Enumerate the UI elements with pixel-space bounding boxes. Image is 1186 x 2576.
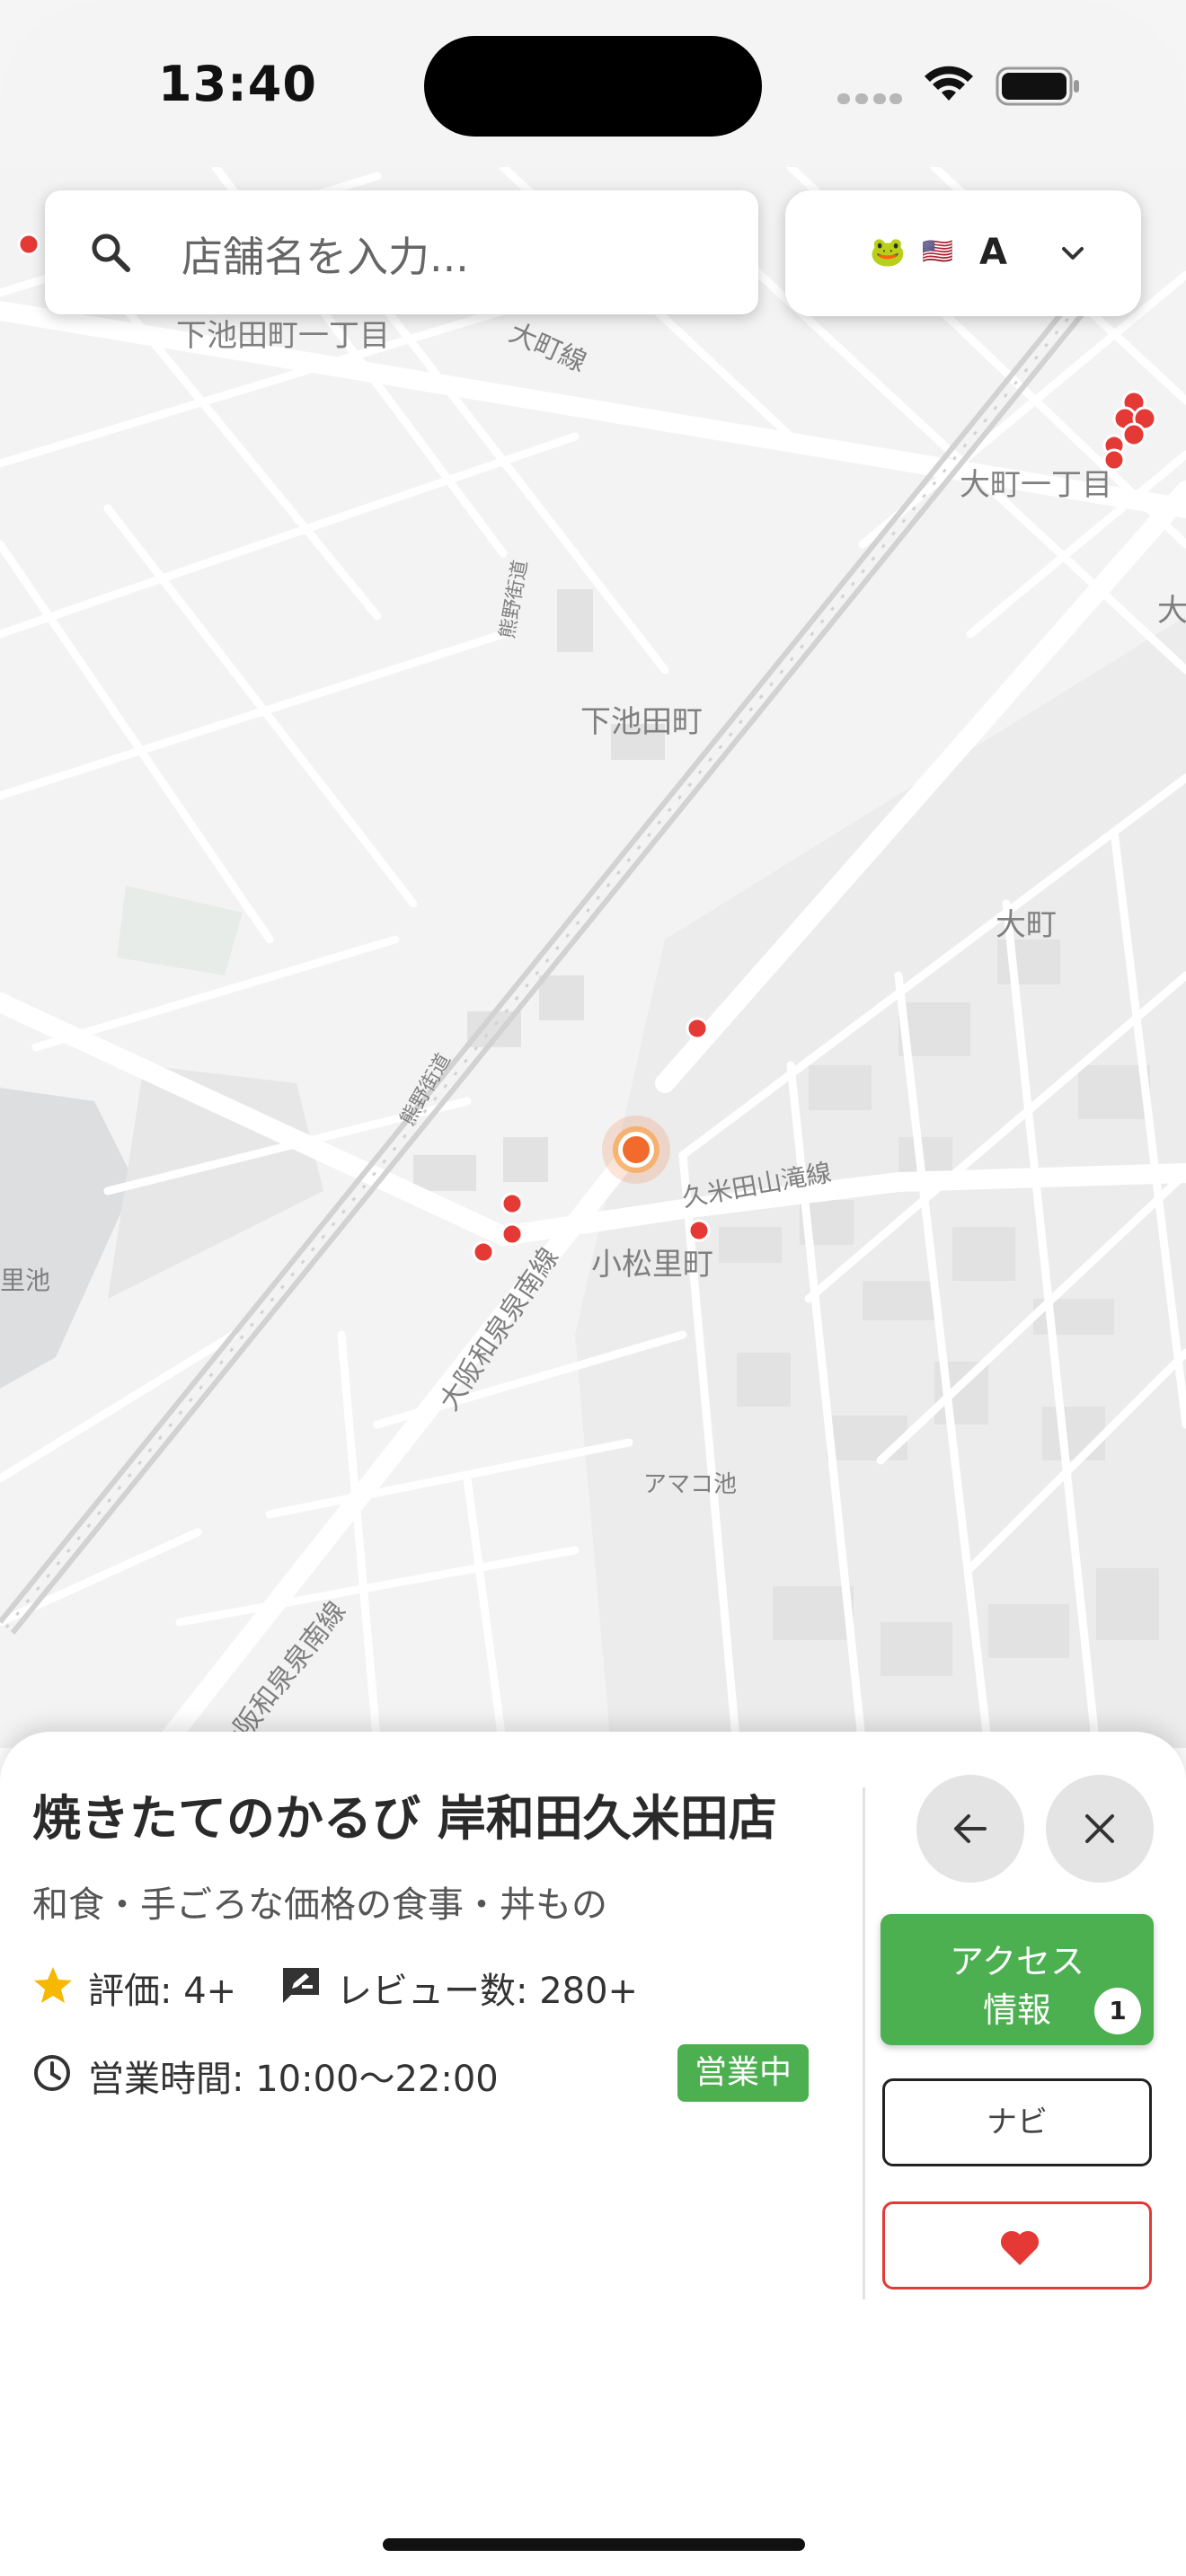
search-input[interactable]: 店舗名を入力... bbox=[181, 225, 469, 284]
dynamic-island bbox=[424, 36, 762, 137]
review-icon bbox=[283, 1968, 319, 2003]
status-bar: 13:40 bbox=[0, 0, 1186, 167]
wifi-icon bbox=[925, 66, 973, 101]
status-time: 13:40 bbox=[158, 56, 317, 112]
open-status-badge: 営業中 bbox=[677, 2044, 809, 2102]
rating-value: 評価: 4+ bbox=[88, 1971, 237, 2012]
shop-marker bbox=[687, 1219, 711, 1242]
heart-icon bbox=[1000, 2230, 1040, 2265]
phone-screen: 13:40 下池田町一丁目 大町線 大町一丁目 大 下池田町 大町 久米田山滝線… bbox=[0, 0, 1186, 2576]
map-label: 大 bbox=[1157, 593, 1186, 629]
shop-marker bbox=[500, 1192, 524, 1215]
home-indicator bbox=[383, 2538, 805, 2551]
language-letter: A bbox=[979, 232, 1007, 273]
battery-icon bbox=[996, 66, 1079, 106]
map-view[interactable]: 下池田町一丁目 大町線 大町一丁目 大 下池田町 大町 久米田山滝線 小松里町 … bbox=[0, 167, 1186, 1748]
map-label: 里池 bbox=[0, 1266, 51, 1295]
search-icon bbox=[92, 234, 130, 272]
chevron-down-icon bbox=[1062, 247, 1084, 260]
business-hours: 営業時間: 10:00〜22:00 bbox=[88, 2059, 499, 2100]
back-button[interactable] bbox=[916, 1775, 1024, 1883]
shop-name: 焼きたてのかるび 岸和田久米田店 bbox=[32, 1790, 777, 1847]
map-label: 下池田町 bbox=[580, 704, 703, 740]
favorite-button[interactable] bbox=[882, 2201, 1152, 2289]
access-count-badge: 1 bbox=[1094, 1988, 1141, 2034]
shop-marker bbox=[1121, 422, 1146, 447]
map-label: アマコ池 bbox=[643, 1471, 738, 1498]
clock-icon bbox=[34, 2055, 70, 2091]
map-label: 大町 bbox=[996, 907, 1057, 943]
star-icon bbox=[34, 1967, 72, 2003]
close-icon bbox=[1085, 1814, 1114, 1843]
map-label: 大町一丁目 bbox=[960, 467, 1112, 503]
hours-row: 営業時間: 10:00〜22:00 営業中 bbox=[32, 2044, 814, 2102]
map-base bbox=[0, 167, 1186, 1748]
access-label-line-1: アクセス bbox=[949, 1942, 1085, 1981]
shop-category: 和食・手ごろな価格の食事・丼もの bbox=[32, 1884, 607, 1926]
map-label: 下池田町一丁目 bbox=[176, 318, 390, 354]
shop-marker bbox=[500, 1222, 524, 1246]
map-label: 小松里町 bbox=[591, 1247, 713, 1283]
us-flag-icon: 🇺🇸 bbox=[922, 236, 953, 266]
status-icons bbox=[837, 63, 1082, 108]
arrow-left-icon bbox=[954, 1814, 987, 1843]
search-bar[interactable]: 店舗名を入力... bbox=[45, 190, 758, 314]
shop-marker bbox=[17, 233, 40, 256]
shop-marker bbox=[686, 1017, 709, 1040]
divider bbox=[863, 1787, 865, 2299]
shop-detail-sheet: 焼きたてのかるび 岸和田久米田店 和食・手ごろな価格の食事・丼もの 評価: 4+… bbox=[0, 1732, 1186, 2576]
language-selector[interactable]: 🐸 🇺🇸 A bbox=[785, 190, 1141, 316]
signal-dots-icon bbox=[837, 93, 902, 104]
review-count: レビュー数: 280+ bbox=[336, 1971, 639, 2012]
shop-marker bbox=[472, 1240, 495, 1264]
navi-button[interactable]: ナビ bbox=[882, 2078, 1152, 2166]
access-info-button[interactable]: アクセス 情報 1 bbox=[881, 1914, 1154, 2045]
frog-icon: 🐸 bbox=[870, 234, 906, 269]
current-location-icon bbox=[602, 1116, 670, 1184]
close-button[interactable] bbox=[1046, 1775, 1154, 1883]
